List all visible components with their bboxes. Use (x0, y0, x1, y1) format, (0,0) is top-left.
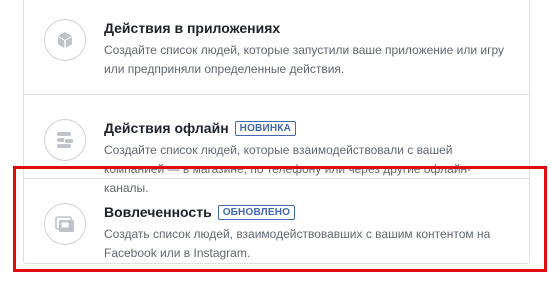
option-description: Создать список людей, взаимодействовавши… (104, 227, 491, 260)
new-badge: НОВИНКА (234, 121, 297, 136)
option-offline-activity[interactable]: Действия офлайн НОВИНКА Создайте список л… (24, 94, 529, 195)
cards-icon (44, 203, 86, 245)
option-app-activity[interactable]: Действия в приложениях Создайте список л… (24, 0, 529, 79)
option-title-text: Действия в приложениях (104, 20, 281, 36)
cube-icon (44, 19, 86, 61)
option-description: Создайте список людей, которые запустили… (104, 43, 504, 76)
option-title-text: Вовлеченность (104, 204, 212, 220)
option-title: Вовлеченность ОБНОВЛЕНО (104, 203, 296, 221)
audience-type-list: Действия в приложениях Создайте список л… (23, 0, 530, 264)
option-title: Действия офлайн НОВИНКА (104, 119, 297, 137)
updated-badge: ОБНОВЛЕНО (217, 205, 296, 220)
option-engagement[interactable]: Вовлеченность ОБНОВЛЕНО Создать список лю… (24, 178, 529, 262)
option-title-text: Действия офлайн (104, 120, 229, 136)
stack-icon (44, 119, 86, 161)
option-title: Действия в приложениях (104, 19, 280, 37)
